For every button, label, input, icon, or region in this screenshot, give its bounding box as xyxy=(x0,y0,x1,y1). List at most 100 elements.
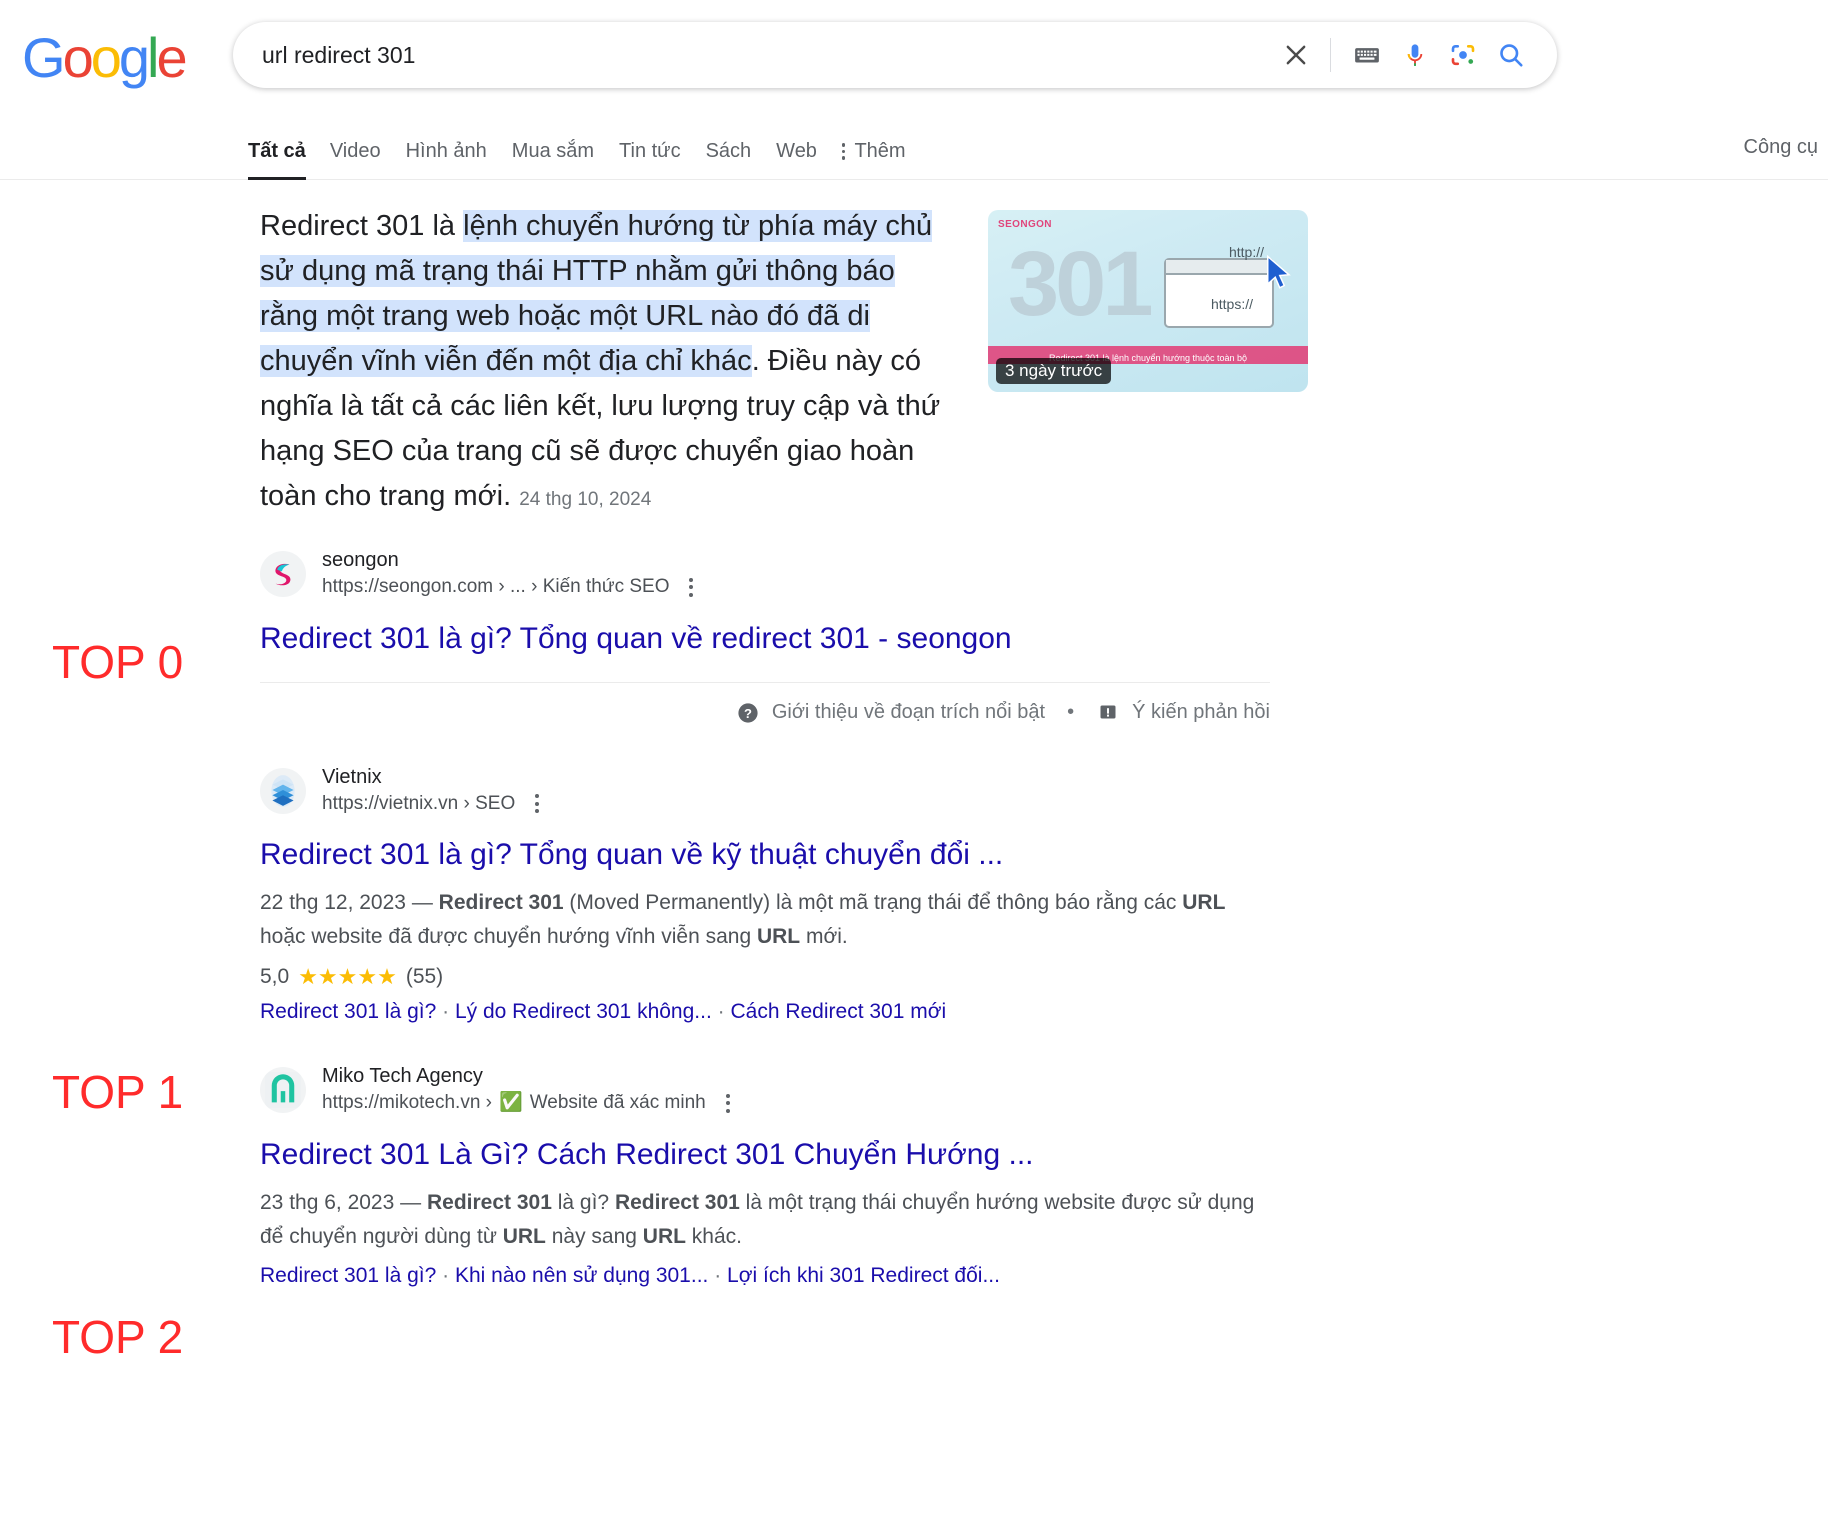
clear-search-button[interactable] xyxy=(1272,31,1320,79)
logo-letter-g1: G xyxy=(22,26,66,89)
tab-video[interactable]: Video xyxy=(330,140,406,180)
more-filters-label: Thêm xyxy=(854,140,906,162)
search-icon xyxy=(1500,44,1523,67)
mikotech-sitelink-1[interactable]: Redirect 301 là gì? xyxy=(260,1264,436,1287)
verified-check-icon: ✅ xyxy=(499,1092,523,1114)
vietnix-rating-value: 5,0 xyxy=(260,965,290,989)
vietnix-snippet-part-1: (Moved Permanently) là một mã trạng thái… xyxy=(563,891,1183,915)
vietnix-source-url-row: https://vietnix.vn › SEO xyxy=(322,790,545,817)
cursor-icon xyxy=(1267,254,1291,289)
mikotech-snippet-part-3: này sang xyxy=(545,1224,643,1248)
tab-images[interactable]: Hình ảnh xyxy=(406,140,512,180)
vietnix-source-meta: Vietnix https://vietnix.vn › SEO xyxy=(322,765,545,818)
more-filters-button[interactable]: Thêm xyxy=(841,140,906,180)
featured-snippet: Redirect 301 là lệnh chuyển hướng từ phí… xyxy=(260,204,1560,725)
page-header: Google xyxy=(0,0,1828,118)
annotation-top-1: TOP 1 xyxy=(52,1066,184,1118)
annotation-top-2: TOP 2 xyxy=(52,1311,184,1363)
mikotech-snippet-bold-1: Redirect 301 xyxy=(426,1190,552,1214)
logo-letter-o2: o xyxy=(90,26,122,89)
vietnix-sitelink-2[interactable]: Lý do Redirect 301 không... xyxy=(455,1000,712,1023)
mikotech-sitelink-2[interactable]: Khi nào nên sử dụng 301... xyxy=(455,1264,708,1287)
thumbnail-https-label: https:// xyxy=(1210,296,1253,312)
search-bar-divider xyxy=(1330,38,1331,72)
mikotech-snippet-bold-4: URL xyxy=(642,1224,686,1248)
keyboard-button[interactable] xyxy=(1343,31,1391,79)
about-featured-snippet-button[interactable]: ? Giới thiệu về đoạn trích nổi bật xyxy=(736,701,1045,725)
result-options-button-mikotech[interactable] xyxy=(720,1090,736,1117)
mikotech-snippet-dash: — xyxy=(400,1190,422,1214)
vietnix-source-url: https://vietnix.vn › SEO xyxy=(322,792,516,814)
mikotech-favicon xyxy=(260,1067,306,1114)
thumbnail-big-number: 301 xyxy=(1008,233,1153,335)
mikotech-source-url-row: https://mikotech.vn › ✅ Website đã xác m… xyxy=(322,1090,736,1117)
seongon-source-url-row: https://seongon.com › ... › Kiến thức SE… xyxy=(322,574,699,601)
mikotech-result-snippet: 23 thg 6, 2023 — Redirect 301 là gì? Red… xyxy=(260,1186,1270,1254)
featured-snippet-footer: ? Giới thiệu về đoạn trích nổi bật • Ý k… xyxy=(260,681,1270,725)
featured-snippet-text: Redirect 301 là lệnh chuyển hướng từ phí… xyxy=(260,204,950,522)
search-input[interactable] xyxy=(233,41,1272,69)
svg-text:?: ? xyxy=(744,706,752,721)
seongon-favicon xyxy=(260,551,306,598)
mikotech-logo-icon xyxy=(265,1072,301,1109)
mikotech-snippet-bold-3: URL xyxy=(502,1224,546,1248)
vietnix-source: Vietnix https://vietnix.vn › SEO xyxy=(260,765,1828,818)
google-lens-icon xyxy=(1451,44,1475,66)
seongon-source-url: https://seongon.com › ... › Kiến thức SE… xyxy=(322,575,670,597)
mikotech-snippet-bold-2: Redirect 301 xyxy=(614,1190,740,1214)
tab-all[interactable]: Tất cả xyxy=(248,140,330,180)
seongon-result-title[interactable]: Redirect 301 là gì? Tổng quan về redirec… xyxy=(260,619,1012,658)
tab-books[interactable]: Sách xyxy=(706,140,777,180)
mikotech-sitelinks: Redirect 301 là gì? · Khi nào nên sử dụn… xyxy=(260,1263,1000,1287)
about-featured-snippet-label: Giới thiệu về đoạn trích nổi bật xyxy=(771,701,1046,724)
mikotech-url-with-badge: https://mikotech.vn › ✅ Website đã xác m… xyxy=(322,1091,706,1115)
vietnix-snippet-bold-2: URL xyxy=(1182,891,1226,915)
result-options-button-seongon[interactable] xyxy=(683,574,699,601)
mikotech-snippet-date: 23 thg 6, 2023 xyxy=(260,1190,395,1214)
vietnix-snippet-date: 22 thg 12, 2023 xyxy=(260,891,406,915)
vietnix-rating-count: (55) xyxy=(405,965,444,989)
tools-button[interactable]: Công cụ xyxy=(1744,136,1819,159)
result-options-button-vietnix[interactable] xyxy=(529,790,545,817)
kebab-menu-icon xyxy=(841,143,846,160)
tab-web[interactable]: Web xyxy=(776,140,842,180)
logo-letter-e: e xyxy=(156,26,187,89)
lens-search-button[interactable] xyxy=(1439,31,1487,79)
thumbnail-brand-label: SEONGON xyxy=(998,219,1052,230)
logo-letter-g2: g xyxy=(118,26,150,89)
mikotech-snippet-part-1: là gì? xyxy=(551,1190,615,1214)
vietnix-favicon xyxy=(260,767,306,814)
seongon-source-meta: seongon https://seongon.com › ... › Kiến… xyxy=(322,548,699,601)
feedback-button[interactable]: Ý kiến phản hồi xyxy=(1096,701,1270,725)
mikotech-sitelink-3[interactable]: Lợi ích khi 301 Redirect đối... xyxy=(727,1264,1000,1287)
vietnix-snippet-part-3: mới. xyxy=(800,925,848,949)
snippet-prefix: Redirect 301 là xyxy=(260,210,464,242)
seongon-logo-icon xyxy=(275,564,291,586)
microphone-icon xyxy=(1407,44,1423,66)
search-result-mikotech: Miko Tech Agency https://mikotech.vn › ✅… xyxy=(260,1064,1828,1288)
thumbnail-time-ago: 3 ngày trước xyxy=(996,358,1112,384)
vietnix-sitelink-1[interactable]: Redirect 301 là gì? xyxy=(260,1000,436,1023)
mikotech-result-title[interactable]: Redirect 301 Là Gì? Cách Redirect 301 Ch… xyxy=(260,1135,1034,1174)
search-submit-button[interactable] xyxy=(1487,31,1535,79)
vietnix-rating-stars: ★★★★★ xyxy=(298,964,397,990)
feedback-flag-icon xyxy=(1100,705,1116,719)
tab-news[interactable]: Tin tức xyxy=(619,140,706,180)
vietnix-logo-icon xyxy=(271,775,295,807)
voice-search-button[interactable] xyxy=(1391,31,1439,79)
logo-letter-o1: o xyxy=(62,26,94,89)
featured-snippet-thumbnail[interactable]: SEONGON 301 http:// https:// Redirect 30… xyxy=(988,210,1308,392)
featured-snippet-source: seongon https://seongon.com › ... › Kiến… xyxy=(260,548,1560,601)
search-result-vietnix: Vietnix https://vietnix.vn › SEO Redirec… xyxy=(260,765,1828,1025)
vietnix-result-title[interactable]: Redirect 301 là gì? Tổng quan về kỹ thuậ… xyxy=(260,835,1003,874)
google-logo[interactable]: Google xyxy=(22,30,188,86)
search-bar[interactable] xyxy=(233,22,1557,88)
close-icon xyxy=(1286,45,1306,65)
vietnix-snippet-bold-3: URL xyxy=(756,925,801,949)
vietnix-sitelink-3[interactable]: Cách Redirect 301 mới xyxy=(730,1000,946,1023)
help-circle-icon: ? xyxy=(738,702,758,723)
vietnix-sitelinks: Redirect 301 là gì? · Lý do Redirect 301… xyxy=(260,1000,947,1024)
tab-shopping[interactable]: Mua sắm xyxy=(512,140,619,180)
thumbnail-browser-window xyxy=(1164,258,1274,328)
mikotech-source-meta: Miko Tech Agency https://mikotech.vn › ✅… xyxy=(322,1064,736,1117)
